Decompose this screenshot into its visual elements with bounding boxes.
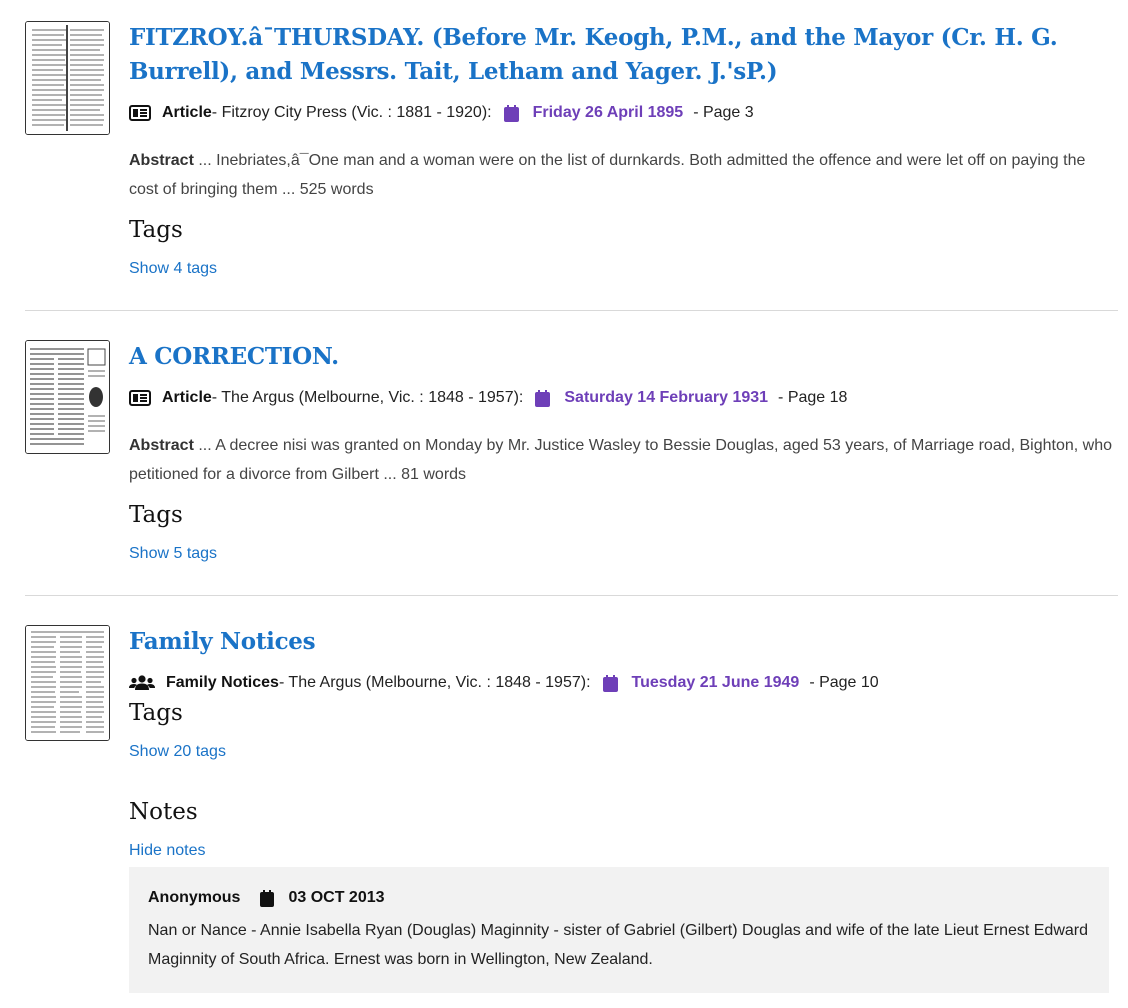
note-header: Anonymous 03 OCT 2013 — [148, 889, 385, 907]
tags-heading: Tags — [129, 700, 183, 726]
result-type: Article — [162, 104, 212, 121]
divider — [25, 310, 1118, 311]
result-date: Friday 26 April 1895 — [532, 104, 684, 121]
abstract-text: ... Inebriates,â¯One man and a woman wer… — [129, 152, 1086, 198]
result-title-link[interactable]: FITZROY.â¯THURSDAY. (Before Mr. Keogh, P… — [129, 21, 1119, 89]
result-meta: Article - The Argus (Melbourne, Vic. : 1… — [129, 387, 847, 409]
result-date: Saturday 14 February 1931 — [564, 389, 769, 406]
result-page: - Page 3 — [693, 104, 754, 121]
newspaper-thumbnail-image — [26, 341, 109, 453]
show-tags-link[interactable]: Show 20 tags — [129, 741, 226, 763]
result-meta: Family Notices - The Argus (Melbourne, V… — [129, 672, 879, 694]
result-source: - The Argus (Melbourne, Vic. : 1848 - 19… — [278, 674, 591, 691]
show-tags-link[interactable]: Show 4 tags — [129, 258, 217, 280]
show-tags-link[interactable]: Show 5 tags — [129, 543, 217, 565]
abstract-text: ... A decree nisi was granted on Monday … — [129, 437, 1113, 483]
result-title-link[interactable]: A CORRECTION. — [129, 340, 1119, 374]
newspaper-icon — [129, 390, 151, 406]
newspaper-icon — [129, 105, 151, 121]
newspaper-thumbnail-image — [26, 626, 109, 740]
result-source: - The Argus (Melbourne, Vic. : 1848 - 19… — [211, 389, 524, 406]
note-author: Anonymous — [148, 889, 241, 906]
note-date: 03 OCT 2013 — [288, 889, 385, 906]
calendar-icon — [260, 889, 275, 907]
result-date: Tuesday 21 June 1949 — [631, 674, 800, 691]
newspaper-thumbnail[interactable] — [25, 340, 110, 454]
newspaper-thumbnail[interactable] — [25, 625, 110, 741]
tags-heading: Tags — [129, 502, 183, 528]
result-page: - Page 10 — [809, 674, 879, 691]
result-item: FITZROY.â¯THURSDAY. (Before Mr. Keogh, P… — [0, 0, 1128, 310]
tags-heading: Tags — [129, 217, 183, 243]
result-source: - Fitzroy City Press (Vic. : 1881 - 1920… — [211, 104, 492, 121]
note-card: Anonymous 03 OCT 2013 Nan or Nance - Ann… — [129, 867, 1109, 993]
result-abstract: Abstract ... A decree nisi was granted o… — [129, 431, 1114, 489]
result-title-link[interactable]: Family Notices — [129, 625, 1119, 659]
calendar-icon — [602, 674, 618, 692]
divider — [25, 595, 1118, 596]
calendar-icon — [503, 104, 519, 122]
abstract-label: Abstract — [129, 152, 194, 169]
result-page: - Page 18 — [778, 389, 848, 406]
note-text: Nan or Nance - Annie Isabella Ryan (Doug… — [148, 922, 1089, 968]
abstract-label: Abstract — [129, 437, 194, 454]
result-meta: Article - Fitzroy City Press (Vic. : 188… — [129, 102, 754, 124]
result-type: Article — [162, 389, 212, 406]
users-icon — [129, 675, 155, 691]
hide-notes-link[interactable]: Hide notes — [129, 840, 206, 862]
newspaper-thumbnail-image — [26, 22, 109, 134]
notes-heading: Notes — [129, 799, 198, 825]
result-type: Family Notices — [166, 674, 279, 691]
newspaper-thumbnail[interactable] — [25, 21, 110, 135]
calendar-icon — [535, 389, 551, 407]
result-abstract: Abstract ... Inebriates,â¯One man and a … — [129, 146, 1114, 204]
